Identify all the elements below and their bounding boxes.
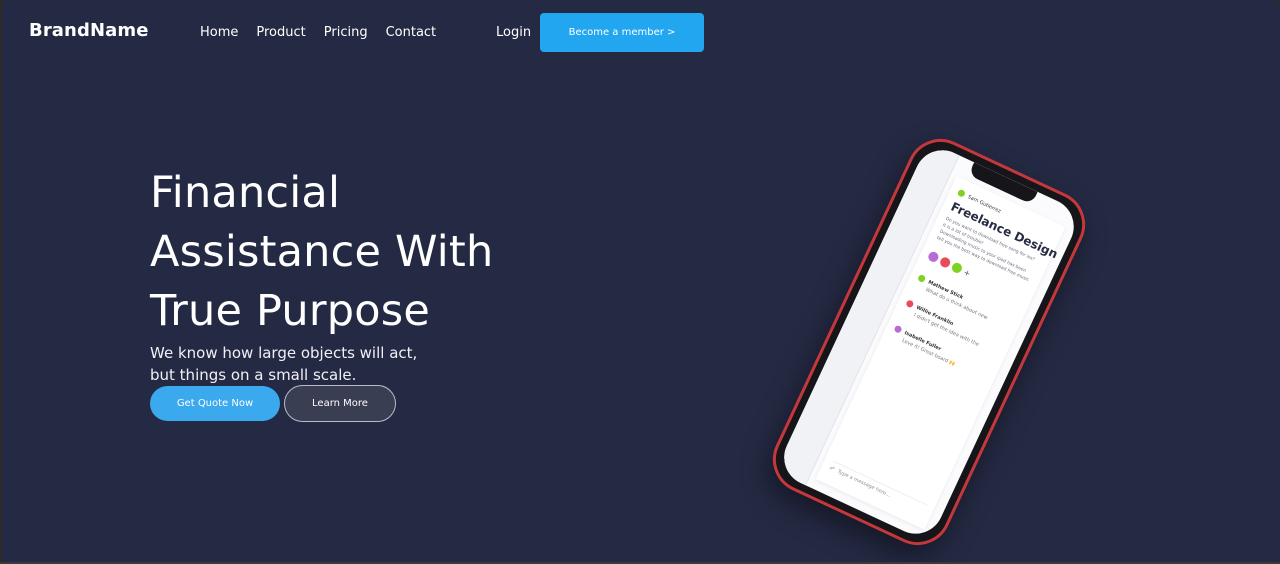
hero-title-line: Assistance With — [150, 227, 494, 277]
avatar — [926, 250, 941, 264]
avatar — [905, 299, 915, 309]
main-nav: Home Product Pricing Contact — [200, 25, 436, 40]
become-member-button[interactable]: Become a member > — [540, 13, 704, 52]
hero-title-line: True Purpose — [150, 286, 430, 336]
hero-subtitle-line: We know how large objects will act, — [150, 344, 418, 362]
hero-title: Financial Assistance With True Purpose — [150, 164, 570, 341]
nav-link-home[interactable]: Home — [200, 25, 238, 40]
avatar — [950, 261, 964, 275]
avatar — [956, 188, 967, 198]
hero-title-line: Financial — [150, 168, 341, 218]
nav-link-contact[interactable]: Contact — [386, 25, 437, 40]
brand-logo[interactable]: BrandName — [29, 20, 149, 41]
phone-mockup: Sam Gutierrez Freelance Design Do you wa… — [761, 127, 1097, 557]
phone-screen: Sam Gutierrez Freelance Design Do you wa… — [775, 141, 1083, 543]
nav-link-pricing[interactable]: Pricing — [324, 25, 368, 40]
login-link[interactable]: Login — [496, 25, 531, 40]
avatar — [893, 324, 903, 334]
nav-link-product[interactable]: Product — [256, 25, 305, 40]
attachment-icon[interactable]: ☍ — [828, 465, 835, 473]
get-quote-button[interactable]: Get Quote Now — [150, 386, 280, 421]
avatar — [938, 255, 952, 270]
add-icon[interactable]: + — [962, 267, 972, 278]
learn-more-button[interactable]: Learn More — [284, 385, 396, 422]
hero-subtitle-line: but things on a small scale. — [150, 366, 357, 384]
hero-subtitle: We know how large objects will act, but … — [150, 342, 417, 386]
message-input[interactable]: ☍ Type a message here... — [827, 460, 928, 518]
page: BrandName Home Product Pricing Contact L… — [2, 0, 1280, 562]
message-input-placeholder: Type a message here... — [836, 468, 892, 499]
avatar — [917, 273, 927, 284]
